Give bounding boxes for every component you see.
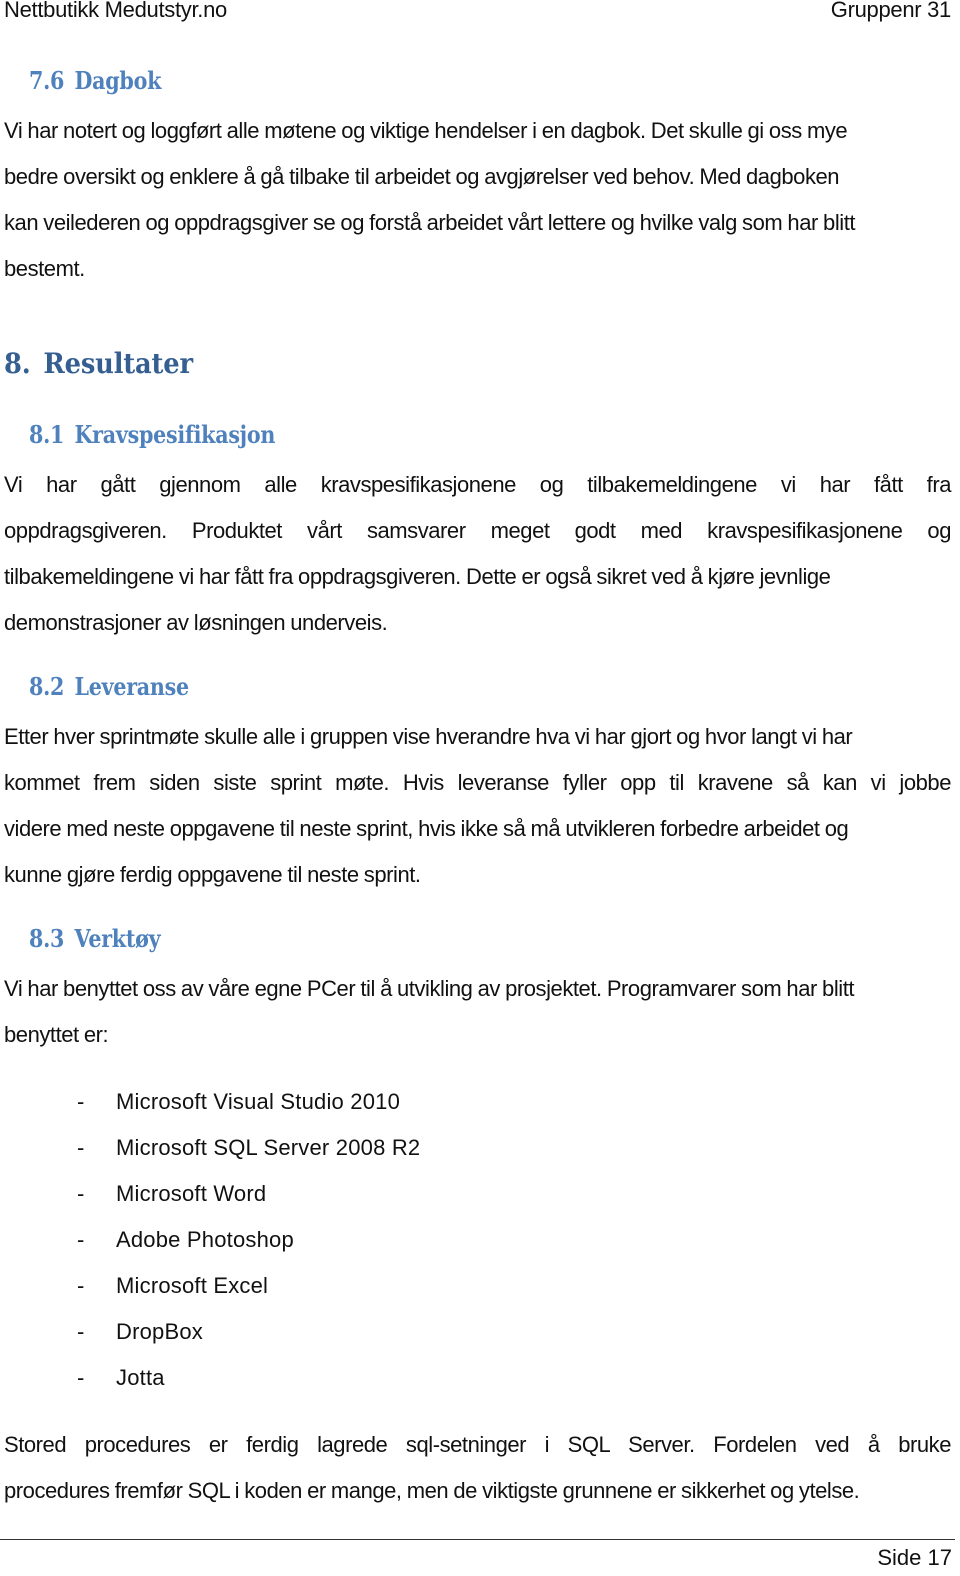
text-line: videre med neste oppgavene til neste spr… [4, 816, 849, 841]
list-marker: - [77, 1319, 85, 1344]
list-marker: - [77, 1273, 85, 1298]
list-item-label: Microsoft SQL Server 2008 R2 [116, 1135, 421, 1160]
list-item-label: Microsoft Excel [116, 1273, 269, 1298]
heading-text: Resultater [43, 347, 193, 380]
heading-number: 8. [4, 347, 31, 380]
list-marker: - [77, 1135, 85, 1160]
page-number: Side 17 [877, 1545, 952, 1570]
heading-number: 8.2 [29, 672, 65, 701]
list-marker: - [77, 1365, 85, 1390]
text-line: tilbakemeldingene vi har fått fra oppdra… [4, 564, 831, 589]
text-line: kunne gjøre ferdig oppgavene til neste s… [4, 862, 421, 887]
list-item-label: Microsoft Visual Studio 2010 [116, 1089, 401, 1114]
list-item-label: DropBox [116, 1319, 203, 1344]
list-item-label: Adobe Photoshop [116, 1227, 294, 1252]
text-line: oppdragsgiveren. Produktet vårt samsvare… [4, 518, 951, 543]
heading-number: 8.3 [29, 924, 65, 953]
text-line: Stored procedures er ferdig lagrede sql-… [4, 1432, 951, 1457]
text-line: benyttet er: [4, 1022, 109, 1047]
heading-verktoy: 8.3 Verktøy [29, 924, 161, 953]
list-marker: - [77, 1181, 85, 1206]
paragraph-leveranse: Etter hver sprintmøte skulle alle i grup… [4, 714, 951, 898]
header-group-number: Gruppenr 31 [830, 0, 952, 22]
text-line: procedures fremfør SQL i koden er mange,… [4, 1478, 860, 1503]
paragraph-dagbok: Vi har notert og loggført alle møtene og… [4, 108, 951, 292]
text-line: kan veilederen og oppdragsgiver se og fo… [4, 210, 856, 235]
list-item: - Microsoft Word [0, 1171, 600, 1217]
list-marker: - [77, 1089, 85, 1114]
heading-kravspesifikasjon: 8.1 Kravspesifikasjon [29, 420, 275, 449]
header-title: Nettbutikk Medutstyr.no [4, 0, 227, 22]
list-item: - Microsoft SQL Server 2008 R2 [0, 1125, 600, 1171]
text-line: bestemt. [4, 256, 85, 281]
heading-text: Leveranse [74, 672, 189, 701]
list-item: - Microsoft Excel [0, 1263, 600, 1309]
text-line: Etter hver sprintmøte skulle alle i grup… [4, 724, 853, 749]
list-item: - DropBox [0, 1309, 600, 1355]
list-item: - Microsoft Visual Studio 2010 [0, 1079, 600, 1125]
heading-number: 7.6 [29, 66, 65, 95]
software-list: - Microsoft Visual Studio 2010 - Microso… [0, 1079, 600, 1401]
text-line: kommet frem siden siste sprint møte. Hvi… [4, 770, 951, 795]
text-line: bedre oversikt og enklere å gå tilbake t… [4, 164, 840, 189]
heading-text: Kravspesifikasjon [74, 420, 276, 449]
list-marker: - [77, 1227, 85, 1252]
text-line: Vi har gått gjennom alle kravspesifikasj… [4, 472, 951, 497]
paragraph-verktoy: Vi har benyttet oss av våre egne PCer ti… [4, 966, 951, 1058]
heading-dagbok: 7.6 Dagbok [29, 66, 161, 95]
heading-leveranse: 8.2 Leveranse [29, 672, 189, 701]
heading-text: Dagbok [74, 66, 162, 95]
paragraph-kravspesifikasjon: Vi har gått gjennom alle kravspesifikasj… [4, 462, 951, 646]
text-line: Vi har notert og loggført alle møtene og… [4, 118, 848, 143]
list-item: - Adobe Photoshop [0, 1217, 600, 1263]
heading-number: 8.1 [29, 420, 65, 449]
text-line: demonstrasjoner av løsningen underveis. [4, 610, 388, 635]
list-item-label: Microsoft Word [116, 1181, 267, 1206]
text-line: Vi har benyttet oss av våre egne PCer ti… [4, 976, 855, 1001]
heading-text: Verktøy [74, 924, 161, 953]
heading-resultater: 8. Resultater [4, 347, 193, 380]
list-item-label: Jotta [116, 1365, 165, 1390]
document-page: Nettbutikk Medutstyr.no Gruppenr 31 7.6 D… [0, 0, 960, 1576]
paragraph-stored-procedures: Stored procedures er ferdig lagrede sql-… [4, 1422, 951, 1514]
footer-divider [0, 1539, 955, 1540]
list-item: - Jotta [0, 1355, 600, 1401]
